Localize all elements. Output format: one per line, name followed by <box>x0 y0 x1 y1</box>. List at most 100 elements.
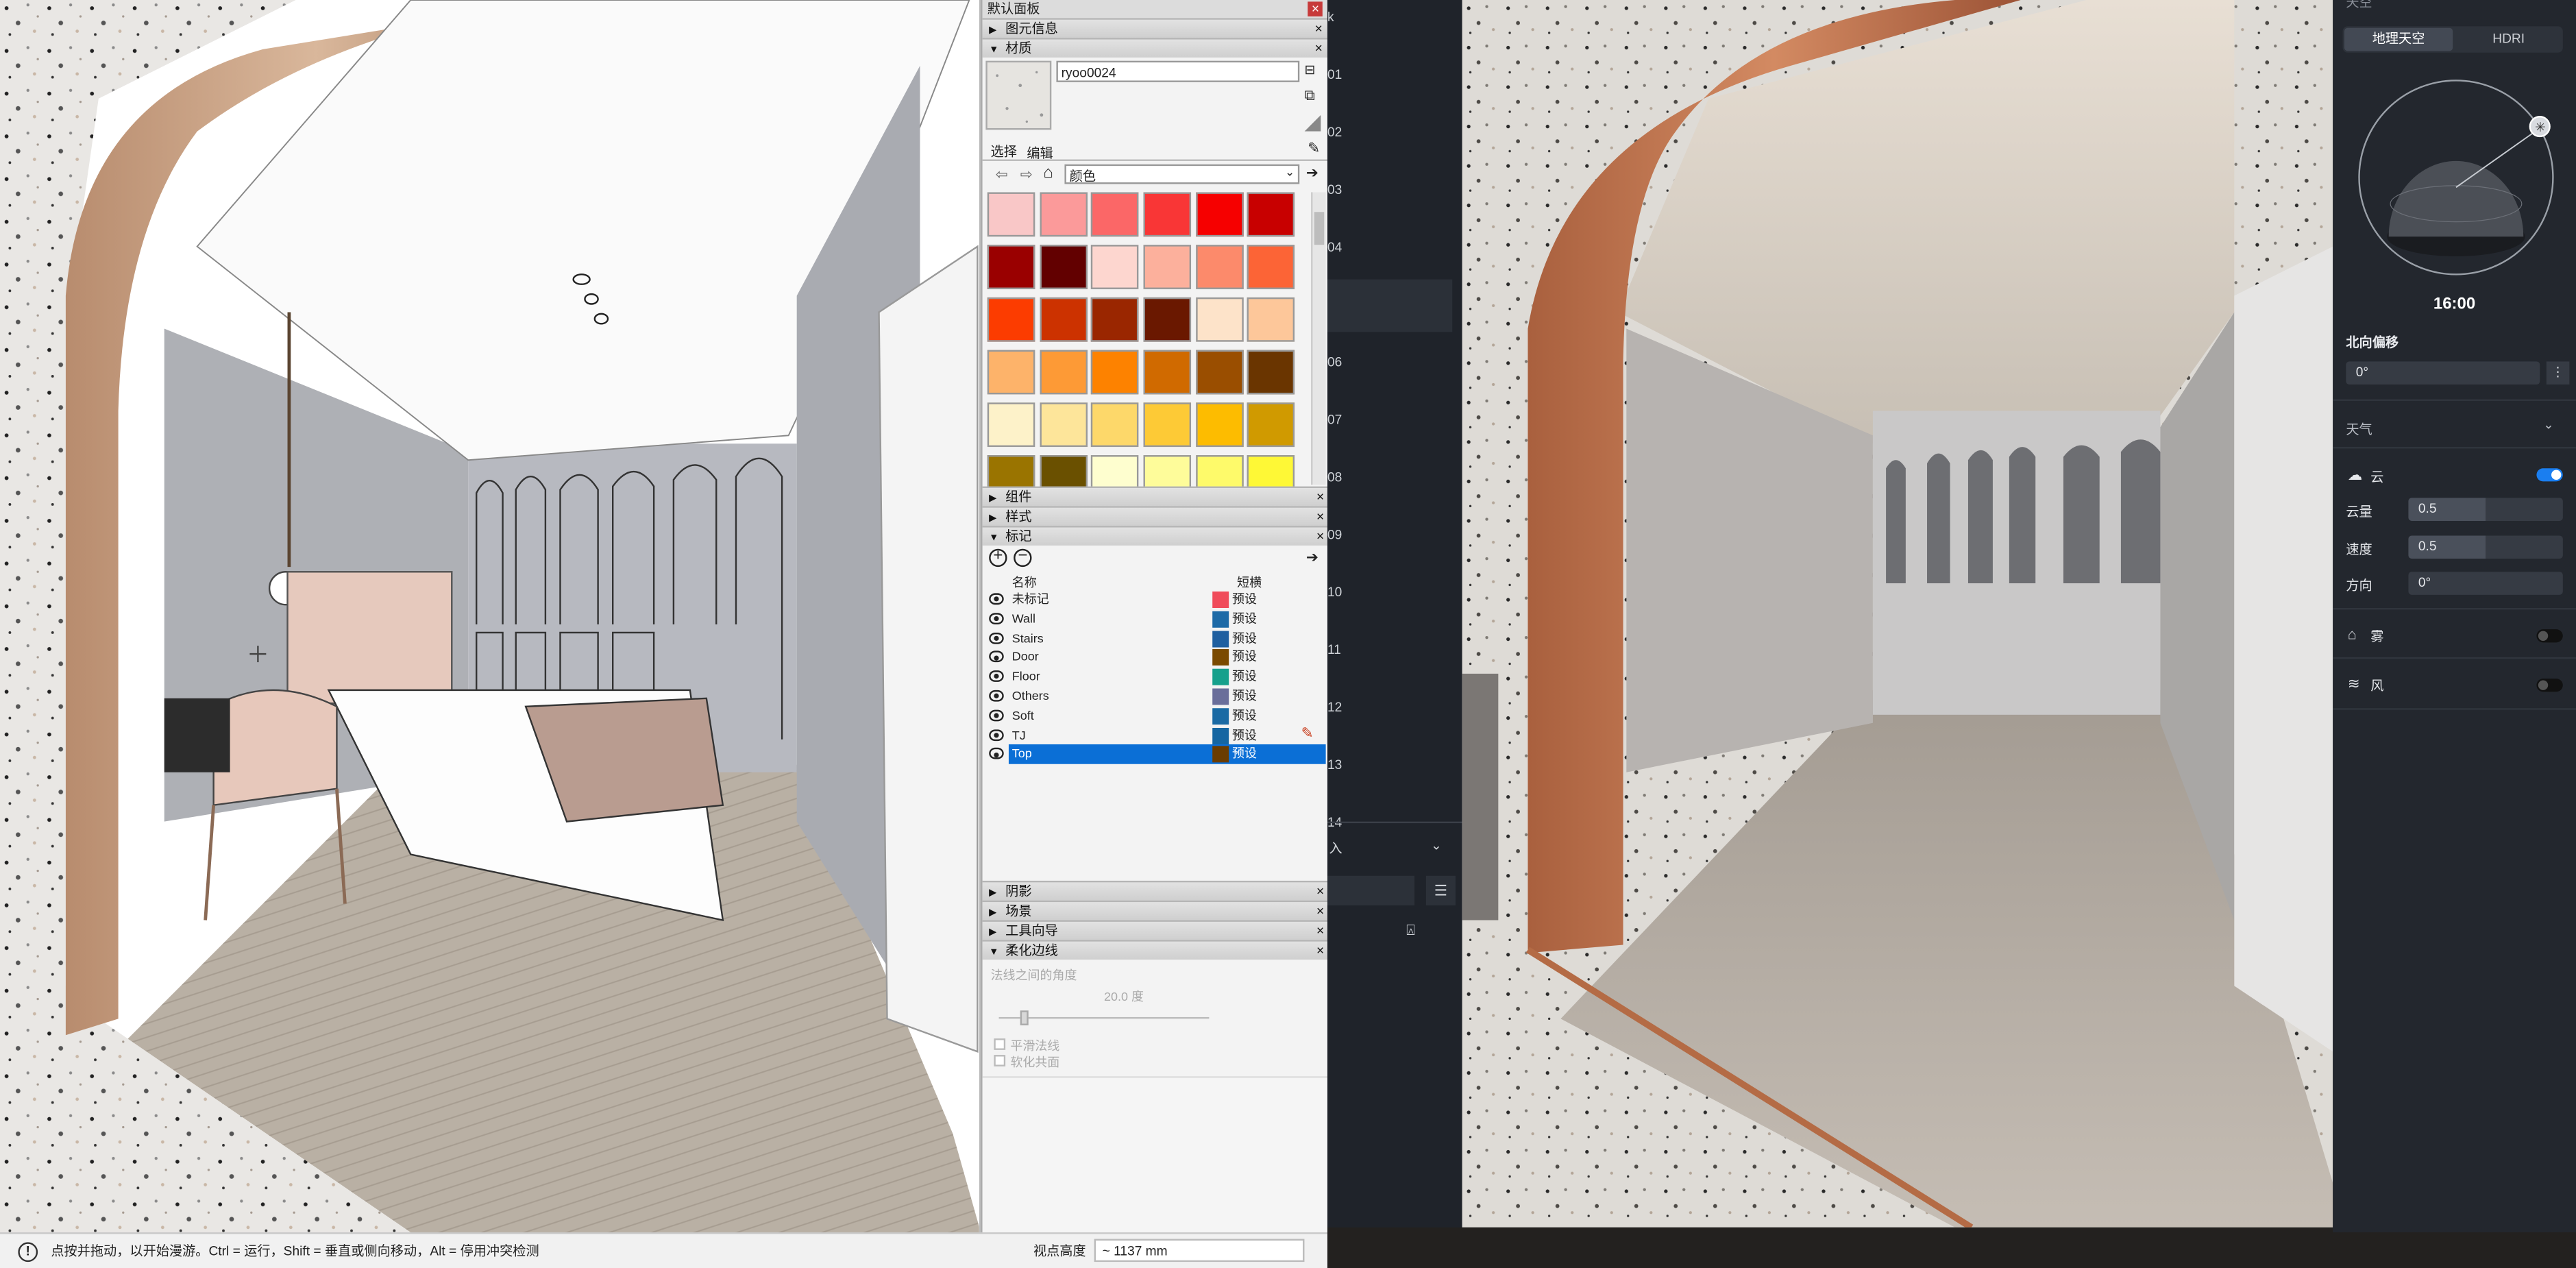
visibility-eye-icon[interactable] <box>989 670 1004 683</box>
close-icon[interactable]: × <box>1316 488 1324 506</box>
color-swatch[interactable] <box>987 192 1035 237</box>
tag-row[interactable]: Floor 预设 <box>983 668 1327 687</box>
material-name-input[interactable]: ryoo0024 <box>1056 60 1300 82</box>
tag-row[interactable]: Others 预设 <box>983 687 1327 706</box>
smooth-normals-checkbox[interactable] <box>994 1038 1006 1050</box>
scene-number[interactable]: 12 <box>1327 700 1342 715</box>
tag-row[interactable]: 未标记 预设 <box>983 590 1327 609</box>
chevron-down-icon[interactable]: ⌄ <box>1431 838 1442 853</box>
tag-color-swatch[interactable] <box>1212 592 1229 609</box>
tag-row[interactable]: Stairs 预设 <box>983 629 1327 648</box>
scene-number[interactable]: 02 <box>1327 125 1342 140</box>
visibility-eye-icon[interactable] <box>989 631 1004 644</box>
close-icon[interactable]: × <box>1316 508 1324 526</box>
sun-position-dial[interactable]: ✳ <box>2356 75 2556 279</box>
tag-dash[interactable]: 预设 <box>1232 629 1257 646</box>
tag-row[interactable]: Soft 预设 <box>983 706 1327 725</box>
render-preview[interactable] <box>1462 0 2333 1228</box>
scene-number[interactable]: 03 <box>1327 182 1342 197</box>
color-swatch[interactable] <box>1091 297 1140 342</box>
library-dropdown[interactable]: 颜色 ⌄ <box>1064 164 1300 184</box>
visibility-outline-icon[interactable] <box>989 593 1004 605</box>
chevron-down-icon[interactable]: ⌄ <box>2543 417 2554 432</box>
tag-dash[interactable]: 预设 <box>1232 590 1257 608</box>
color-swatch[interactable] <box>1091 350 1140 395</box>
color-swatch[interactable] <box>1195 245 1244 289</box>
visibility-eye-icon[interactable] <box>989 651 1004 663</box>
search-field[interactable] <box>1327 875 1415 905</box>
visibility-eye-icon[interactable] <box>989 729 1004 741</box>
forward-arrow-icon[interactable]: ⇨ <box>1020 166 1033 184</box>
visibility-eye-icon[interactable] <box>989 748 1004 760</box>
tag-color-swatch[interactable] <box>1212 611 1229 628</box>
speed-slider[interactable]: 0.5 <box>2408 535 2563 559</box>
sample-paint-icon[interactable]: ⊟ <box>1304 62 1321 79</box>
north-offset-input[interactable]: 0° <box>2346 361 2540 385</box>
tag-name[interactable]: TJ <box>1012 726 1026 744</box>
color-swatch[interactable] <box>987 245 1035 289</box>
tag-name[interactable]: 未标记 <box>1012 590 1049 608</box>
scene-number[interactable]: 01 <box>1327 67 1342 82</box>
close-icon[interactable]: × <box>1316 942 1324 960</box>
visibility-eye-icon[interactable] <box>989 612 1004 624</box>
color-swatch[interactable] <box>1143 350 1192 395</box>
tab-hdri[interactable]: HDRI <box>2455 28 2563 51</box>
tag-color-swatch[interactable] <box>1212 649 1229 666</box>
scene-number[interactable]: 10 <box>1327 585 1342 600</box>
section-tags[interactable]: ▼ 标记 × <box>982 526 1328 546</box>
scene-number[interactable]: 06 <box>1327 355 1342 370</box>
tag-row[interactable]: Top 预设 <box>983 744 1327 765</box>
section-soften-edges[interactable]: ▼ 柔化边线 × <box>982 940 1328 960</box>
tab-geo-sky[interactable]: 地理天空 <box>2344 27 2453 51</box>
tag-name[interactable]: Top <box>1012 745 1032 763</box>
tag-row[interactable]: Wall 预设 <box>983 609 1327 629</box>
tag-dash[interactable]: 预设 <box>1232 745 1257 763</box>
tag-dash[interactable]: 预设 <box>1232 609 1257 627</box>
tag-name[interactable]: Stairs <box>1012 629 1044 646</box>
tag-dash[interactable]: 预设 <box>1232 648 1257 666</box>
color-swatch[interactable] <box>1039 350 1088 395</box>
close-icon[interactable]: × <box>1316 922 1324 940</box>
close-icon[interactable]: × <box>1315 20 1323 38</box>
section-instructor[interactable]: ▶ 工具向导 × <box>982 920 1328 940</box>
add-tag-icon[interactable]: + <box>989 548 1007 568</box>
info-icon[interactable]: ! <box>18 1241 38 1261</box>
color-swatch[interactable] <box>1247 402 1296 448</box>
tag-dash[interactable]: 预设 <box>1232 687 1257 705</box>
section-entity-info[interactable]: ▶ 图元信息 × <box>982 18 1328 38</box>
tag-dash[interactable]: 预设 <box>1232 726 1257 744</box>
color-swatch[interactable] <box>1195 297 1244 342</box>
cloud-toggle[interactable] <box>2536 468 2563 482</box>
scene-number[interactable]: 11 <box>1327 642 1341 657</box>
tag-row[interactable]: Door 预设 <box>983 648 1327 667</box>
scene-number[interactable]: 13 <box>1327 757 1342 772</box>
scene-number[interactable]: 09 <box>1327 528 1342 543</box>
measurement-input[interactable]: ~ 1137 mm <box>1094 1239 1305 1263</box>
color-swatch[interactable] <box>1039 192 1088 237</box>
tag-name[interactable]: Others <box>1012 687 1049 705</box>
tag-color-swatch[interactable] <box>1212 630 1229 647</box>
direction-slider[interactable]: 0° <box>2408 572 2563 595</box>
home-icon[interactable]: ⌂ <box>1043 164 1053 182</box>
sketchup-viewport[interactable] <box>0 0 981 1232</box>
tag-color-swatch[interactable] <box>1212 746 1229 764</box>
color-swatch[interactable] <box>1143 402 1192 448</box>
color-swatch[interactable] <box>1143 192 1192 237</box>
lock-icon[interactable]: ⍓ <box>1406 922 1415 940</box>
remove-tag-icon[interactable]: − <box>1014 548 1032 568</box>
color-swatch[interactable] <box>1247 245 1296 289</box>
color-swatch[interactable] <box>987 297 1035 342</box>
close-icon[interactable]: × <box>1316 528 1324 546</box>
section-styles[interactable]: ▶ 样式 × <box>982 506 1328 526</box>
color-swatch[interactable] <box>1039 297 1088 342</box>
scene-number[interactable]: k <box>1327 10 1334 25</box>
color-swatch[interactable] <box>1143 297 1192 342</box>
scroll-thumb[interactable] <box>1314 212 1325 245</box>
tag-name[interactable]: Wall <box>1012 609 1035 627</box>
tag-name[interactable]: Door <box>1012 648 1039 666</box>
swatch-scrollbar[interactable] <box>1311 192 1326 485</box>
tag-name[interactable]: Soft <box>1012 706 1034 724</box>
color-swatch[interactable] <box>1091 402 1140 448</box>
tag-dash[interactable]: 预设 <box>1232 668 1257 685</box>
details-arrow-icon[interactable]: ➔ <box>1306 164 1318 182</box>
